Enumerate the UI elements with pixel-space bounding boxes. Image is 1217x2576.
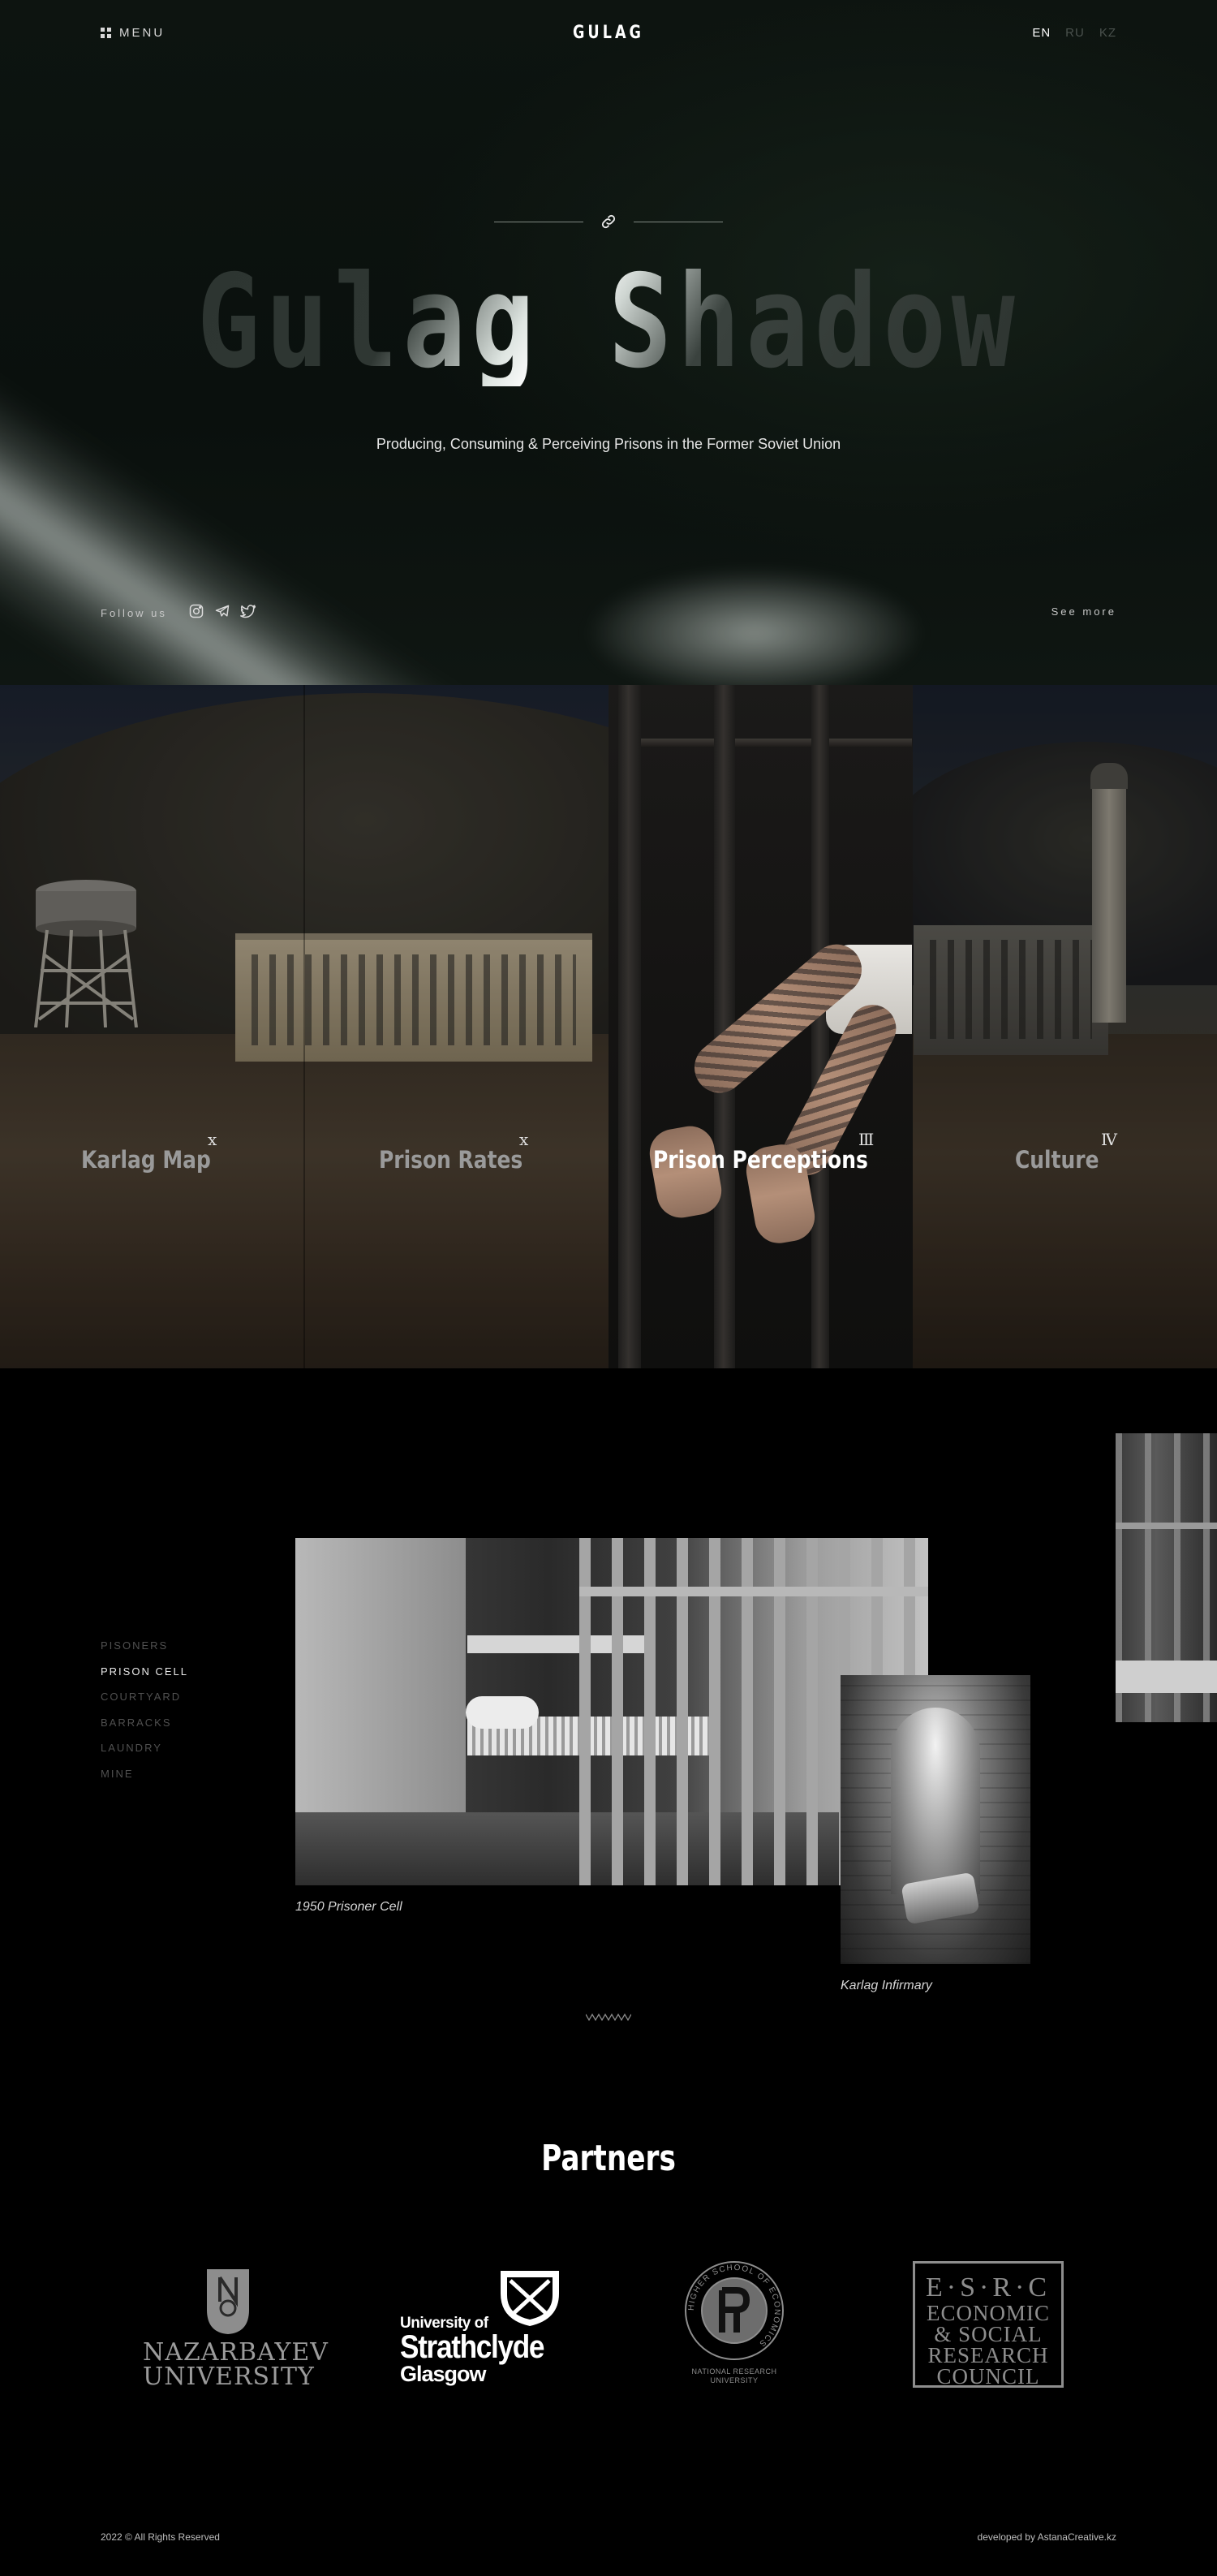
- photo-caption: Karlag Infirmary: [841, 1979, 932, 1992]
- hse-seal-icon: HIGHER SCHOOL OF ECONOMICS: [685, 2261, 784, 2360]
- nazarbayev-line1: NAZARBAYEV: [143, 2338, 329, 2367]
- gallery-nav-item[interactable]: COURTYARD: [101, 1691, 188, 1717]
- panel-divider: [303, 685, 305, 1368]
- crossbar-shape: [579, 1587, 928, 1596]
- esrc-line1: ECONOMIC: [926, 2301, 1050, 2325]
- footer-copyright: 2022 © All Rights Reserved: [101, 2531, 220, 2543]
- strathclyde-shield-icon: [501, 2271, 559, 2326]
- lang-ru[interactable]: RU: [1065, 26, 1085, 40]
- footer-developer-link[interactable]: developed by AstanaCreative.kz: [978, 2531, 1116, 2543]
- language-switcher: EN RU KZ: [1032, 26, 1116, 40]
- photo-caption: 1950 Prisoner Cell: [295, 1900, 402, 1914]
- panel-prison-perceptions[interactable]: [608, 685, 913, 1368]
- panel-label-prison-rates: Prison Rates: [379, 1146, 523, 1174]
- panel-label-prison-perceptions: Prison Perceptions: [653, 1146, 868, 1174]
- partner-strathclyde[interactable]: University of Strathclyde Glasgow: [400, 2269, 570, 2391]
- strathclyde-line2: Strathclyde: [400, 2329, 545, 2365]
- pillow-shape: [466, 1696, 539, 1729]
- partner-nazarbayev-university[interactable]: NAZARBAYEV UNIVERSITY: [143, 2269, 329, 2391]
- panel-label-culture: Culture: [1015, 1146, 1099, 1174]
- twitter-icon[interactable]: [240, 603, 256, 623]
- hse-caption-line2: UNIVERSITY: [710, 2376, 759, 2384]
- hero-title: Gulag Shadow: [110, 258, 1107, 386]
- crossbar-shape: [1116, 1523, 1217, 1529]
- partners-title: Partners: [541, 2138, 676, 2179]
- follow-label: Follow us: [101, 607, 167, 619]
- gallery-nav-item[interactable]: LAUNDRY: [101, 1742, 188, 1768]
- scroll-wave-icon[interactable]: [586, 2013, 631, 2022]
- gallery-photo-prisoner-cell[interactable]: [295, 1538, 928, 1885]
- see-more-link[interactable]: See more: [1051, 605, 1116, 618]
- panel-numeral: Ⅳ: [1101, 1130, 1117, 1149]
- menu-grid-icon: [101, 28, 111, 38]
- strathclyde-line3: Glasgow: [400, 2362, 487, 2386]
- cell-bar: [618, 685, 641, 1368]
- panel-label-karlag-map: Karlag Map: [81, 1146, 211, 1174]
- panel-karlag-map[interactable]: [0, 685, 304, 1368]
- esrc-acronym: E·S·R·C: [926, 2272, 1051, 2302]
- arch-shape: [891, 1708, 980, 1894]
- esrc-line2: & SOCIAL: [934, 2322, 1043, 2346]
- title-divider: [0, 213, 1217, 230]
- cell-bar: [811, 685, 829, 1368]
- sections-panels: ⅹ Karlag Map ⅹ Prison Rates Ⅲ Prison Per…: [0, 685, 1217, 1368]
- gallery-nav-item[interactable]: PISONERS: [101, 1639, 188, 1665]
- partner-esrc[interactable]: E·S·R·C ECONOMIC & SOCIAL RESEARCH COUNC…: [913, 2261, 1064, 2388]
- panel-culture[interactable]: [913, 685, 1217, 1368]
- lang-kz[interactable]: KZ: [1099, 26, 1116, 40]
- link-icon: [600, 213, 617, 230]
- esrc-line3: RESEARCH: [927, 2343, 1049, 2367]
- lang-en[interactable]: EN: [1032, 26, 1051, 40]
- follow-us: Follow us: [101, 603, 256, 623]
- hero-subtitle: Producing, Consuming & Perceiving Prison…: [376, 436, 841, 452]
- bunk-shape: [1116, 1661, 1217, 1693]
- telegram-icon[interactable]: [214, 603, 230, 623]
- hero-section: MENU GULAG EN RU KZ Gulag Shadow Produci…: [0, 0, 1217, 685]
- partner-hse-university[interactable]: HIGHER SCHOOL OF ECONOMICS NATIONAL RESE…: [682, 2258, 787, 2385]
- nazarbayev-line2: UNIVERSITY: [143, 2363, 315, 2391]
- light-floor: [584, 568, 925, 685]
- gallery-nav-item[interactable]: BARRACKS: [101, 1717, 188, 1742]
- gallery-nav: PISONERS PRISON CELL COURTYARD BARRACKS …: [101, 1639, 188, 1793]
- esrc-line4: COUNCIL: [936, 2364, 1040, 2389]
- cell-bar-horizontal: [618, 739, 912, 747]
- gallery-photo-infirmary[interactable]: [841, 1675, 1030, 1964]
- gallery-photo-next[interactable]: [1116, 1433, 1217, 1722]
- hse-caption-line1: NATIONAL RESEARCH: [691, 2367, 777, 2376]
- nazarbayev-crest-icon: [207, 2269, 249, 2334]
- gallery-section: PISONERS PRISON CELL COURTYARD BARRACKS …: [0, 1368, 1217, 2091]
- site-logo[interactable]: GULAG: [122, 23, 1095, 43]
- instagram-icon[interactable]: [188, 603, 204, 623]
- panel-prison-rates[interactable]: [304, 685, 608, 1368]
- gallery-nav-item-active[interactable]: PRISON CELL: [101, 1665, 188, 1691]
- gallery-nav-item[interactable]: MINE: [101, 1768, 188, 1794]
